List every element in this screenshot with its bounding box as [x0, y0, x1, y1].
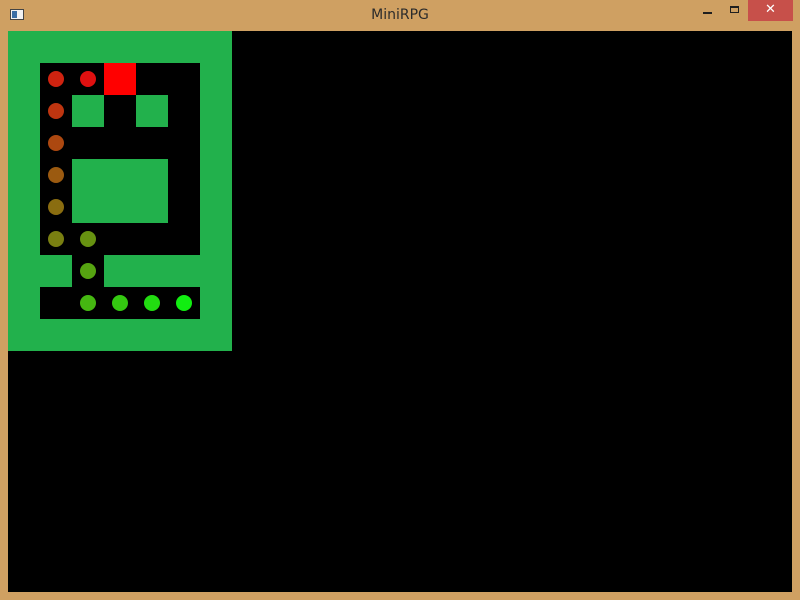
game-viewport[interactable] — [8, 31, 792, 592]
wall-tile — [200, 127, 232, 159]
wall-tile — [8, 159, 40, 191]
wall-tile — [8, 191, 40, 223]
wall-tile — [72, 159, 104, 191]
wall-tile — [8, 319, 40, 351]
path-marker — [112, 295, 128, 311]
path-marker — [80, 263, 96, 279]
wall-tile — [136, 95, 168, 127]
wall-tile — [200, 191, 232, 223]
wall-tile — [72, 319, 104, 351]
path-marker — [48, 199, 64, 215]
app-window: MiniRPG ✕ — [0, 0, 800, 600]
wall-tile — [8, 127, 40, 159]
wall-tile — [72, 191, 104, 223]
wall-tile — [200, 95, 232, 127]
wall-tile — [8, 95, 40, 127]
wall-tile — [104, 159, 136, 191]
wall-tile — [136, 31, 168, 63]
wall-tile — [72, 95, 104, 127]
path-marker — [48, 231, 64, 247]
wall-tile — [40, 319, 72, 351]
maximize-button[interactable] — [722, 0, 748, 21]
path-marker — [48, 167, 64, 183]
wall-tile — [200, 31, 232, 63]
path-marker — [80, 71, 96, 87]
wall-tile — [200, 159, 232, 191]
wall-tile — [200, 63, 232, 95]
wall-tile — [104, 319, 136, 351]
close-button[interactable]: ✕ — [748, 0, 793, 21]
wall-tile — [8, 223, 40, 255]
wall-tile — [104, 191, 136, 223]
wall-tile — [8, 255, 40, 287]
wall-tile — [200, 223, 232, 255]
wall-tile — [168, 319, 200, 351]
wall-tile — [40, 255, 72, 287]
path-marker — [80, 295, 96, 311]
minimize-icon — [703, 12, 712, 14]
wall-tile — [200, 255, 232, 287]
path-marker — [48, 135, 64, 151]
wall-tile — [8, 63, 40, 95]
window-title: MiniRPG — [371, 7, 429, 23]
wall-tile — [136, 191, 168, 223]
close-icon: ✕ — [765, 2, 776, 17]
path-marker — [176, 295, 192, 311]
wall-tile — [136, 159, 168, 191]
path-marker — [48, 103, 64, 119]
wall-tile — [136, 255, 168, 287]
wall-tile — [136, 319, 168, 351]
wall-tile — [40, 31, 72, 63]
wall-tile — [200, 287, 232, 319]
wall-tile — [72, 31, 104, 63]
wall-tile — [200, 319, 232, 351]
game-map[interactable] — [8, 31, 792, 592]
wall-tile — [168, 255, 200, 287]
path-marker — [144, 295, 160, 311]
maximize-icon — [730, 6, 739, 13]
minimize-button[interactable] — [692, 0, 722, 21]
title-bar[interactable]: MiniRPG ✕ — [0, 0, 800, 31]
wall-tile — [168, 31, 200, 63]
path-marker — [48, 71, 64, 87]
path-marker — [80, 231, 96, 247]
player-sprite — [104, 63, 136, 95]
wall-tile — [8, 287, 40, 319]
wall-tile — [104, 255, 136, 287]
wall-tile — [8, 31, 40, 63]
wall-tile — [104, 31, 136, 63]
